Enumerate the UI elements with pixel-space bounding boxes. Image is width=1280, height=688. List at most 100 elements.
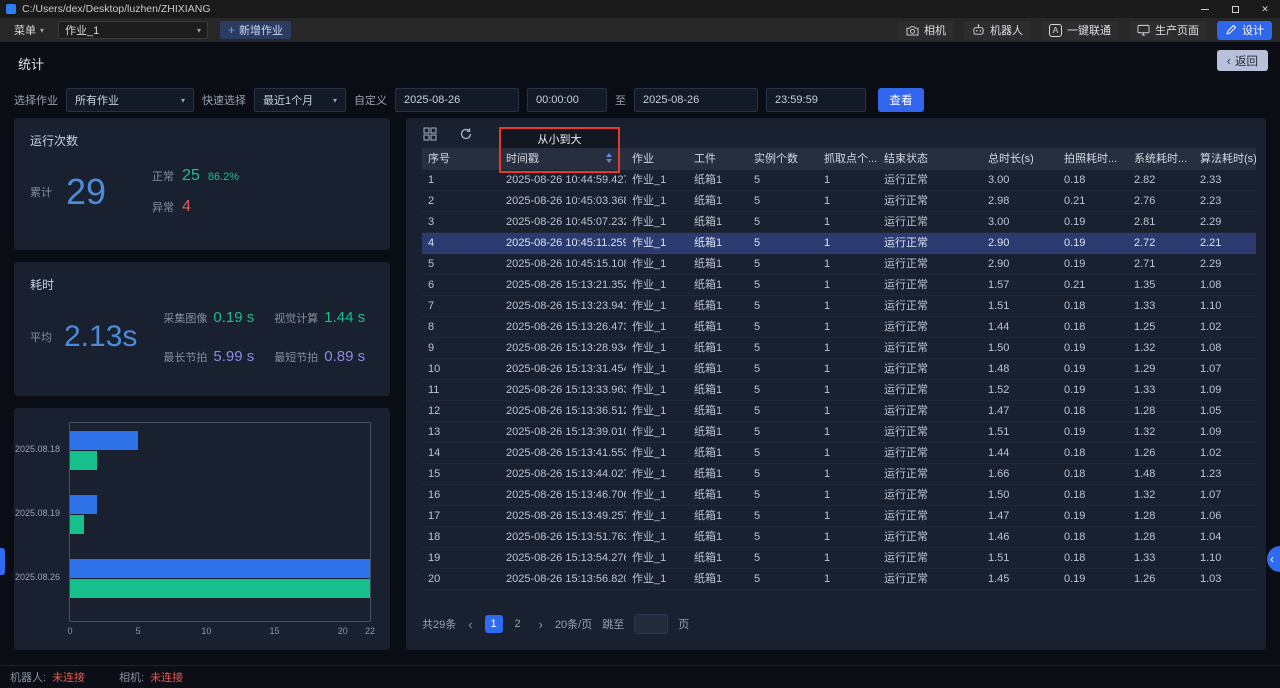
minimize-button[interactable] [1190,0,1220,18]
table-cell: 纸箱1 [688,212,748,232]
quick-range-select[interactable]: 最近1个月 ▾ [254,88,346,112]
table-cell: 15 [422,464,500,484]
back-button[interactable]: ‹ 返回 [1217,50,1268,71]
menu-button[interactable]: 菜单 ▾ [8,20,50,40]
table-cell: 1.33 [1128,296,1194,316]
table-row[interactable]: 182025-08-26 15:13:51.763作业_1纸箱151运行正常1.… [422,527,1256,548]
start-time-input[interactable]: 00:00:00 [527,88,607,112]
chart-category-label: 2025.08.19 [15,508,60,518]
table-cell: 运行正常 [878,485,982,505]
sort-asc-icon[interactable] [606,153,612,157]
chart-xlabels: 0510152022 [14,626,390,638]
column-header-grab-points[interactable]: 抓取点个... [818,148,878,170]
column-header-serial[interactable]: 序号 [422,148,500,170]
robot-button[interactable]: 机器人 [964,21,1031,40]
table-row[interactable]: 22025-08-26 10:45:03.368作业_1纸箱151运行正常2.9… [422,191,1256,212]
job-filter-select[interactable]: 所有作业 ▾ [66,88,194,112]
export-button[interactable] [422,128,438,144]
view-button[interactable]: 查看 [878,88,924,112]
chart-bar-green [70,515,84,534]
column-header-algorithm-time[interactable]: 算法耗时(s) [1194,148,1256,170]
table-row[interactable]: 72025-08-26 15:13:23.941作业_1纸箱151运行正常1.5… [422,296,1256,317]
prev-page-button[interactable]: ‹ [466,618,474,631]
refresh-icon [459,127,473,146]
table-cell: 运行正常 [878,401,982,421]
table-cell: 运行正常 [878,380,982,400]
job-select[interactable]: 作业_1 ▾ [58,21,208,39]
table-row[interactable]: 142025-08-26 15:13:41.553作业_1纸箱151运行正常1.… [422,443,1256,464]
maximize-button[interactable] [1220,0,1250,18]
table-cell: 纸箱1 [688,380,748,400]
table-row[interactable]: 62025-08-26 15:13:21.352作业_1纸箱151运行正常1.5… [422,275,1256,296]
column-header-system-time[interactable]: 系统耗时... [1128,148,1194,170]
table-row[interactable]: 102025-08-26 15:13:31.454作业_1纸箱151运行正常1.… [422,359,1256,380]
table-cell: 4 [422,233,500,253]
production-page-button[interactable]: 生产页面 [1129,21,1207,40]
table-row[interactable]: 52025-08-26 10:45:15.108作业_1纸箱151运行正常2.9… [422,254,1256,275]
table-cell: 1.28 [1128,506,1194,526]
design-button[interactable]: 设计 [1217,21,1272,40]
chart-ylabels: 2025.08.182025.08.192025.08.26 [14,422,64,622]
table-cell: 2025-08-26 15:13:31.454 [500,359,626,379]
camera-button[interactable]: 相机 [898,21,954,40]
window-controls: ✕ [1190,0,1280,18]
abnormal-label: 异常 [152,199,174,215]
column-header-timestamp[interactable]: 时间戳 [500,148,626,170]
left-edge-handle[interactable] [0,548,5,575]
table-cell: 3 [422,212,500,232]
table-row[interactable]: 112025-08-26 15:13:33.963作业_1纸箱151运行正常1.… [422,380,1256,401]
table-row[interactable]: 12025-08-26 10:44:59.427作业_1纸箱151运行正常3.0… [422,170,1256,191]
table-cell: 3.00 [982,212,1058,232]
table-cell: 运行正常 [878,296,982,316]
page-button[interactable]: 1 [485,615,503,633]
table-cell: 2025-08-26 10:45:03.368 [500,191,626,211]
column-header-photo-time[interactable]: 拍照耗时... [1058,148,1128,170]
right-edge-handle[interactable]: ‹ [1267,546,1280,572]
refresh-button[interactable] [458,128,474,144]
page-button[interactable]: 2 [509,615,527,633]
table-row[interactable]: 32025-08-26 10:45:07.232作业_1纸箱151运行正常3.0… [422,212,1256,233]
table-cell: 1.51 [982,548,1058,568]
table-cell: 2.29 [1194,254,1256,274]
close-button[interactable]: ✕ [1250,0,1280,18]
table-cell: 纸箱1 [688,170,748,190]
column-header-job[interactable]: 作业 [626,148,688,170]
table-cell: 1 [818,485,878,505]
page-title: 统计 [18,54,44,73]
table-cell: 6 [422,275,500,295]
table-row[interactable]: 92025-08-26 15:13:28.934作业_1纸箱151运行正常1.5… [422,338,1256,359]
end-time-input[interactable]: 23:59:59 [766,88,866,112]
table-cell: 5 [748,506,818,526]
table-cell: 1.51 [982,422,1058,442]
table-row[interactable]: 132025-08-26 15:13:39.010作业_1纸箱151运行正常1.… [422,422,1256,443]
add-job-button[interactable]: + 新增作业 [220,21,291,39]
column-header-total-duration[interactable]: 总时长(s) [982,148,1058,170]
toolbar-right: 相机 机器人 A 一键联通 生产页面 设计 [898,21,1272,40]
column-header-instance-count[interactable]: 实例个数 [748,148,818,170]
table-cell: 运行正常 [878,548,982,568]
table-row[interactable]: 192025-08-26 15:13:54.276作业_1纸箱151运行正常1.… [422,548,1256,569]
column-header-workpiece[interactable]: 工件 [688,148,748,170]
table-cell: 2.90 [982,254,1058,274]
time-grid: 采集图像 0.19 s 视觉计算 1.44 s 最长节拍 5.99 s 最短节拍… [163,309,365,365]
jump-page-input[interactable] [634,614,668,634]
table-cell: 纸箱1 [688,443,748,463]
table-cell: 3.00 [982,170,1058,190]
page-size-select[interactable]: 20条/页 [555,616,592,632]
end-date-input[interactable]: 2025-08-26 [634,88,758,112]
start-date-input[interactable]: 2025-08-26 [395,88,519,112]
chart-x-tick: 0 [67,626,72,636]
next-page-button[interactable]: › [537,618,545,631]
one-key-connect-button[interactable]: A 一键联通 [1041,21,1119,40]
robot-label: 机器人 [990,22,1023,38]
table-row[interactable]: 82025-08-26 15:13:26.473作业_1纸箱151运行正常1.4… [422,317,1256,338]
table-row[interactable]: 202025-08-26 15:13:56.820作业_1纸箱151运行正常1.… [422,569,1256,590]
table-row[interactable]: 172025-08-26 15:13:49.257作业_1纸箱151运行正常1.… [422,506,1256,527]
table-row[interactable]: 122025-08-26 15:13:36.512作业_1纸箱151运行正常1.… [422,401,1256,422]
table-row[interactable]: 152025-08-26 15:13:44.027作业_1纸箱151运行正常1.… [422,464,1256,485]
sort-control[interactable] [606,153,612,163]
table-row[interactable]: 162025-08-26 15:13:46.706作业_1纸箱151运行正常1.… [422,485,1256,506]
sort-desc-icon[interactable] [606,159,612,163]
column-header-end-status[interactable]: 结束状态 [878,148,982,170]
table-row[interactable]: 42025-08-26 10:45:11.259作业_1纸箱151运行正常2.9… [422,233,1256,254]
